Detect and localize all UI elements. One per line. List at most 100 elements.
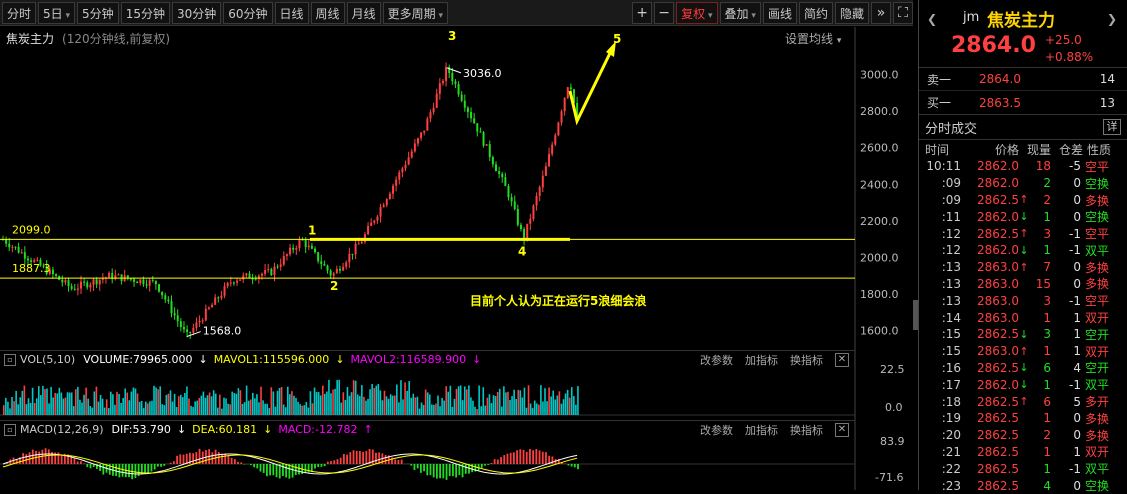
volume-bar [522,397,524,415]
period-button[interactable]: 5分钟 [77,2,119,24]
macd-params-button[interactable]: 改参数 [700,422,733,438]
y-tick-label: 3000.0 [860,68,899,81]
volume-bar [569,398,571,415]
volume-bar [511,396,513,415]
fullscreen-icon[interactable]: ⛶ [893,2,913,24]
vol-swap-button[interactable]: 换指标 [790,352,823,368]
candle-body [520,225,522,229]
volume-bar [36,398,38,415]
macd-add-button[interactable]: 加指标 [745,422,778,438]
volume-bar [375,386,377,415]
volume-bar [161,404,163,415]
volume-bar [447,392,449,415]
volume-bar [355,381,357,415]
tick-type: 多换 [1081,259,1121,276]
period-button[interactable]: 60分钟 [223,2,272,24]
macd-y-tick: 83.9 [880,435,905,448]
volume-bar [38,386,40,415]
tick-time: :11 [919,210,963,224]
vol-params-button[interactable]: 改参数 [700,352,733,368]
macd-bar [491,463,493,464]
macd-bar [340,458,342,464]
macd-swap-button[interactable]: 换指标 [790,422,823,438]
tick-row: :152862.5↓31空开 [919,326,1127,343]
candle-body [483,132,485,146]
hide-button[interactable]: 隐藏 [835,2,869,24]
macd-bar [221,454,223,464]
tick-time: :12 [919,243,963,257]
tick-oi: 1 [1051,344,1081,358]
period-button[interactable]: 更多周期 [383,2,448,24]
detail-button[interactable]: 详 [1103,119,1121,135]
close-icon[interactable]: ✕ [835,353,849,367]
candle-body [108,273,110,278]
period-button[interactable]: 15分钟 [121,2,170,24]
volume-bar [433,405,435,415]
vol-add-button[interactable]: 加指标 [745,352,778,368]
y-tick-label: 2600.0 [860,142,899,155]
candle-body [317,252,319,261]
macd-bar [118,464,120,477]
candle-body [351,254,353,255]
tick-time: :09 [919,176,963,190]
tick-type: 空换 [1081,477,1121,494]
macd-bar [417,464,419,468]
candle-body [214,297,216,304]
chevron-left-icon[interactable]: ❮ [927,12,937,26]
period-button[interactable]: 日线 [275,2,309,24]
candle-body [423,131,425,133]
candle-body [152,280,154,281]
overlay-button[interactable]: 叠加 [720,2,761,24]
tick-row: :132863.0↑70多换 [919,259,1127,276]
volume-bar [559,391,561,415]
tick-vol: 2 [1029,193,1051,207]
tick-oi: -1 [1051,378,1081,392]
volume-bar [285,407,287,415]
volume-bar [534,401,536,415]
macd-bar [446,464,448,480]
volume-bar [277,391,279,415]
candle-body [361,242,363,244]
macd-bar [99,464,101,471]
macd-bar [29,452,31,464]
ma-settings-button[interactable]: 设置均线 ▾ [785,30,841,47]
expand-icon[interactable]: » [871,2,891,24]
volume-bar [392,396,394,415]
restore-button[interactable]: 复权 [676,2,717,24]
zoom-in-button[interactable]: + [632,2,652,24]
period-button[interactable]: 月线 [347,2,381,24]
candle-body [511,197,513,201]
chevron-right-icon[interactable]: ❯ [1107,12,1117,26]
tick-row: :202862.520多换 [919,427,1127,444]
volume-bar [456,389,458,415]
candle-body [21,252,23,253]
volume-bar [28,398,30,415]
brief-button[interactable]: 简约 [799,2,833,24]
volume-bar [353,380,355,415]
close-icon[interactable]: ✕ [835,423,849,437]
candle-body [498,171,500,174]
candle-body [283,256,285,265]
draw-button[interactable]: 画线 [763,2,797,24]
zoom-out-button[interactable]: − [654,2,674,24]
volume-bar [281,387,283,415]
tick-type: 多开 [1081,393,1121,410]
candle-body [146,284,148,285]
macd-bar [574,464,576,467]
macd-dif: DIF:53.790 [112,423,171,436]
period-button[interactable]: 分时 [2,2,36,24]
period-button[interactable]: 30分钟 [172,2,221,24]
volume-bar [429,395,431,415]
collapse-icon[interactable]: ▫ [4,354,16,366]
collapse-icon[interactable]: ▫ [4,424,16,436]
volume-bar [205,398,207,415]
volume-bar [542,401,544,415]
period-button[interactable]: 5日 [38,2,75,24]
volume-bar [509,400,511,415]
macd-bar [577,464,579,469]
volume-bar [207,395,209,415]
period-button[interactable]: 周线 [311,2,345,24]
volume-bar [126,393,128,415]
volume-bar [408,381,410,415]
volume-bar [423,405,425,415]
